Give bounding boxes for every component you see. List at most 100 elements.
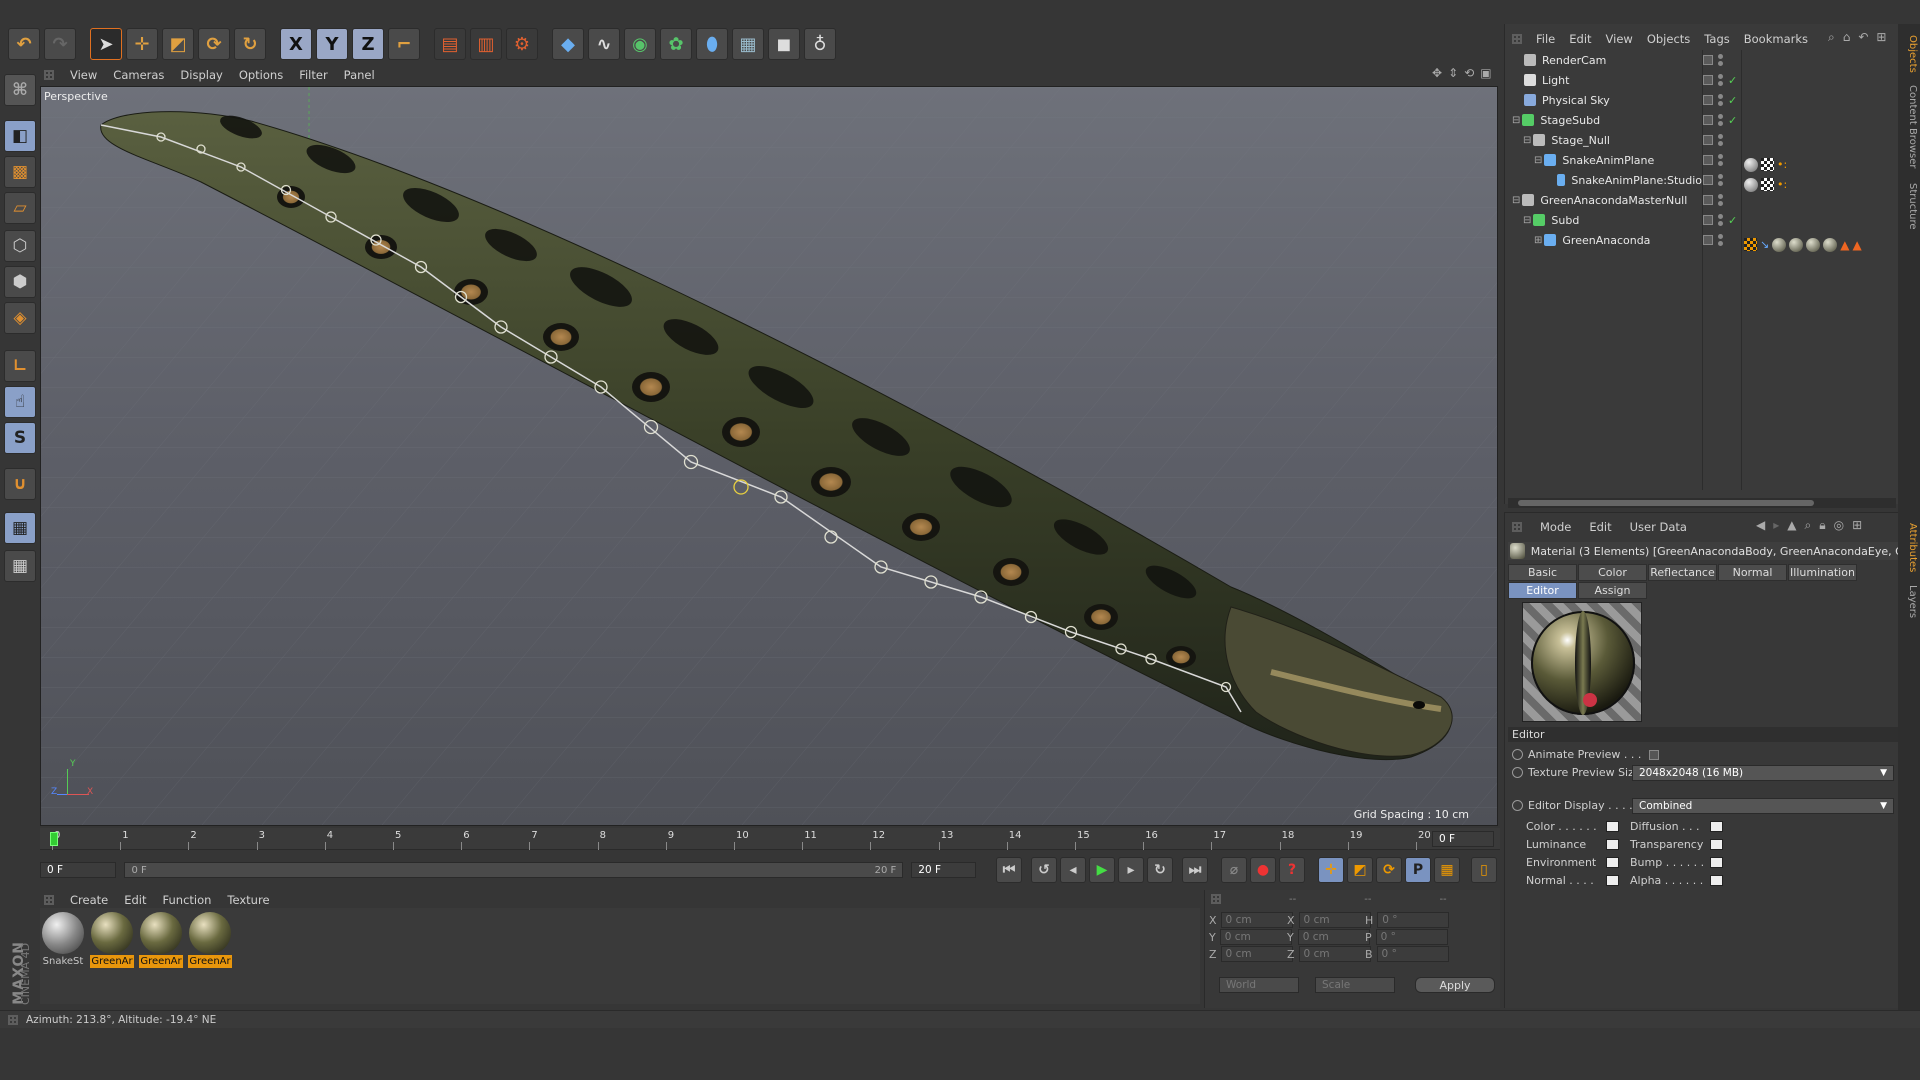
editor-visibility-dot[interactable] (1718, 234, 1723, 239)
x-axis-lock-icon[interactable]: X (280, 28, 312, 60)
object-row[interactable]: ⊟ GreenAnacondaMasterNull (1512, 190, 1702, 210)
channel-toggle-icon[interactable] (1606, 821, 1619, 832)
motion-path-icon[interactable]: ⌀ (1221, 857, 1247, 883)
expand-toggle-icon[interactable]: ⊟ (1534, 155, 1542, 166)
key-position-icon[interactable]: ✛ (1318, 857, 1344, 883)
channel-toggle-icon[interactable] (1606, 839, 1619, 850)
expand-toggle-icon[interactable]: ⊟ (1523, 135, 1531, 146)
axis-mode-icon[interactable]: ∟ (4, 350, 36, 382)
om-menu-edit[interactable]: Edit (1569, 32, 1591, 46)
enabled-check-icon[interactable]: ✓ (1728, 74, 1737, 87)
material-menu-function[interactable]: Function (163, 893, 212, 907)
start-frame-field[interactable]: 0 F (40, 862, 117, 878)
workplane-icon[interactable]: ▱ (4, 192, 36, 224)
expand-toggle-icon[interactable]: ⊟ (1512, 195, 1520, 206)
edges-mode-icon[interactable]: ⬢ (4, 266, 36, 298)
viewport-menu-options[interactable]: Options (239, 68, 283, 82)
material-preview[interactable] (1522, 602, 1642, 722)
render-visibility-dot[interactable] (1718, 141, 1723, 146)
goto-start-icon[interactable]: ⏮ (996, 857, 1022, 883)
new-window-icon[interactable]: ⊞ (1852, 518, 1862, 533)
panel-grip[interactable] (8, 1014, 18, 1025)
editor-display-radio[interactable] (1512, 800, 1523, 811)
object-row[interactable]: RenderCam (1512, 50, 1702, 70)
move-view-icon[interactable]: ✥ (1432, 66, 1442, 80)
scrollbar-thumb[interactable] (1518, 500, 1814, 506)
phong-tag-icon[interactable]: •: (1777, 178, 1787, 192)
coord-value-field[interactable]: 0 cm (1220, 946, 1293, 962)
scale-icon[interactable]: ◩ (162, 28, 194, 60)
coord-value-field[interactable]: 0 cm (1297, 929, 1370, 945)
timeline-ruler[interactable]: 01234567891011121314151617181920 0 F (40, 828, 1500, 850)
layer-box-icon[interactable] (1703, 95, 1713, 105)
render-visibility-dot[interactable] (1718, 221, 1723, 226)
key-scale-icon[interactable]: ◩ (1347, 857, 1373, 883)
recent-tool-icon[interactable]: ↻ (234, 28, 266, 60)
tab-assign[interactable]: Assign (1578, 582, 1647, 599)
viewport-3d[interactable]: Perspective Grid Spacing : 10 cm Y Z X (40, 86, 1498, 826)
enabled-check-icon[interactable]: ✓ (1728, 114, 1737, 127)
tab-illumination[interactable]: Illumination (1788, 564, 1857, 581)
coord-value-field[interactable]: 0 ° (1375, 929, 1448, 945)
spline-pen-icon[interactable]: ∿ (588, 28, 620, 60)
object-row[interactable]: ⊟ StageSubd (1512, 110, 1702, 130)
animate-preview-radio[interactable] (1512, 749, 1523, 760)
om-menu-file[interactable]: File (1536, 32, 1555, 46)
render-view-icon[interactable]: ▤ (434, 28, 466, 60)
goto-next-key-icon[interactable]: ↻ (1147, 857, 1173, 883)
y-axis-lock-icon[interactable]: Y (316, 28, 348, 60)
texture-tag-icon[interactable] (1761, 158, 1774, 171)
channel-toggle-icon[interactable] (1606, 875, 1619, 886)
attr-menu-edit[interactable]: Edit (1589, 520, 1611, 534)
render-visibility-dot[interactable] (1718, 121, 1723, 126)
editor-visibility-dot[interactable] (1718, 94, 1723, 99)
object-row[interactable]: ⊞ GreenAnaconda (1512, 230, 1702, 250)
channel-toggle-icon[interactable] (1710, 875, 1723, 886)
viewport-menu-view[interactable]: View (70, 68, 97, 82)
render-visibility-dot[interactable] (1718, 241, 1723, 246)
material-tag-icon[interactable] (1744, 158, 1758, 172)
layer-box-icon[interactable] (1703, 55, 1713, 65)
panel-grip[interactable] (1512, 522, 1522, 532)
editor-visibility-dot[interactable] (1718, 74, 1723, 79)
material-swatch[interactable]: GreenAr (188, 912, 232, 968)
tab-basic[interactable]: Basic (1508, 564, 1577, 581)
zoom-view-icon[interactable]: ⇕ (1448, 66, 1458, 80)
coord-value-field[interactable]: 0 cm (1219, 929, 1292, 945)
om-menu-objects[interactable]: Objects (1647, 32, 1690, 46)
search-icon[interactable]: ⌕ (1805, 518, 1812, 533)
render-to-picture-viewer-icon[interactable]: ▥ (470, 28, 502, 60)
coord-value-field[interactable]: 0 cm (1298, 946, 1371, 962)
current-frame-field[interactable]: 0 F (1432, 831, 1494, 847)
tab-normal[interactable]: Normal (1718, 564, 1787, 581)
lock-icon[interactable]: 🔒︎ (1819, 518, 1825, 533)
material-menu-create[interactable]: Create (70, 893, 108, 907)
texture-preview-size-radio[interactable] (1512, 767, 1523, 778)
weight-tag-icon[interactable] (1744, 238, 1757, 251)
key-rotation-icon[interactable]: ⟳ (1376, 857, 1402, 883)
expand-toggle-icon[interactable]: ⊞ (1534, 235, 1542, 246)
coord-value-field[interactable]: 0 cm (1298, 912, 1371, 928)
goto-end-icon[interactable]: ⏭ (1182, 857, 1208, 883)
target-icon[interactable]: ◎ (1834, 518, 1844, 533)
render-visibility-dot[interactable] (1718, 61, 1723, 66)
material-tag-icon[interactable] (1806, 238, 1821, 252)
object-row[interactable]: Physical Sky (1512, 90, 1702, 110)
render-visibility-dot[interactable] (1718, 81, 1723, 86)
polygons-mode-icon[interactable]: ◈ (4, 302, 36, 334)
enabled-check-icon[interactable]: ✓ (1728, 214, 1737, 227)
object-row[interactable]: ⊟ Stage_Null (1512, 130, 1702, 150)
tab-color[interactable]: Color (1578, 564, 1647, 581)
skin-tag-icon[interactable]: ↘ (1760, 238, 1769, 252)
apply-button[interactable]: Apply (1415, 977, 1495, 993)
tweak-mode-icon[interactable]: ☝ (4, 386, 36, 418)
object-row[interactable]: ⊟ Subd (1512, 210, 1702, 230)
viewport-menu-display[interactable]: Display (180, 68, 222, 82)
goto-prev-key-icon[interactable]: ↺ (1031, 857, 1057, 883)
side-tab-structure[interactable]: Structure (1900, 178, 1918, 234)
object-row[interactable]: SnakeAnimPlane:Studio (1512, 170, 1702, 190)
coord-mode-dropdown[interactable]: Scale (1315, 977, 1395, 993)
render-visibility-dot[interactable] (1718, 161, 1723, 166)
layer-box-icon[interactable] (1703, 155, 1713, 165)
rotate-icon[interactable]: ⟳ (198, 28, 230, 60)
